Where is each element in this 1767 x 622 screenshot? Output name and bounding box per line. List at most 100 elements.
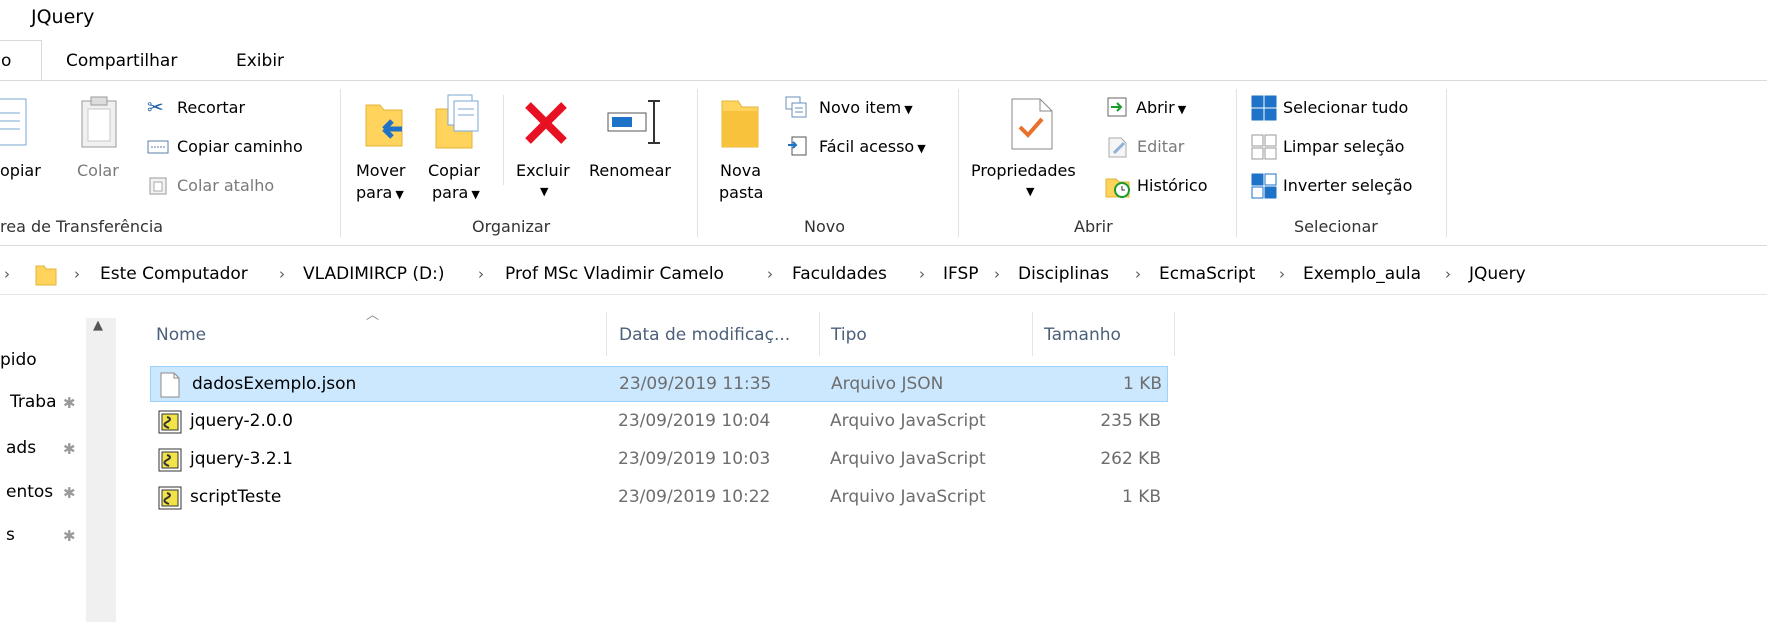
tab-share[interactable]: Compartilhar [66, 51, 177, 71]
open-button[interactable]: Abrir ▼ [1136, 98, 1186, 117]
column-header-date[interactable]: Data de modificaç... [619, 325, 790, 345]
copy-button[interactable]: opiar [0, 161, 41, 180]
paste-button[interactable]: Colar [77, 161, 119, 180]
json-file-icon [159, 372, 181, 403]
select-all-button[interactable]: Selecionar tudo [1283, 98, 1408, 117]
nav-item-work[interactable]: Traba [10, 392, 57, 412]
invert-selection-button[interactable]: Inverter seleção [1283, 176, 1412, 195]
javascript-file-icon [158, 409, 182, 440]
nav-item-downloads[interactable]: ads [6, 438, 36, 458]
column-header-type[interactable]: Tipo [831, 325, 867, 345]
pin-icon: ✱ [63, 484, 76, 502]
move-to-label[interactable]: Mover [356, 161, 405, 180]
copy-to-button[interactable]: para ▼ [432, 183, 480, 202]
copy-icon [0, 98, 27, 146]
ribbon: opiar Colar ✂ Recortar Copiar caminho Co… [0, 80, 1767, 246]
easy-access-button[interactable]: Fácil acesso ▼ [819, 137, 926, 156]
address-bar[interactable]: › › Este Computador › VLADIMIRCP (D:) › … [0, 256, 1767, 294]
breadcrumb-item[interactable]: JQuery [1469, 264, 1526, 284]
file-row[interactable]: jquery-3.2.1 23/09/2019 10:03 Arquivo Java… [150, 442, 1168, 478]
breadcrumb-item[interactable]: Faculdades [792, 264, 887, 284]
history-button[interactable]: Histórico [1137, 176, 1207, 195]
breadcrumb-separator-icon[interactable]: › [1445, 265, 1451, 283]
breadcrumb-separator-icon[interactable]: › [74, 265, 80, 283]
column-header-name[interactable]: Nome [156, 325, 206, 345]
breadcrumb-separator-icon[interactable]: › [919, 265, 925, 283]
chevron-down-icon: ▼ [917, 142, 926, 155]
chevron-down-icon: ▼ [904, 103, 913, 116]
chevron-right-icon[interactable]: › [4, 265, 10, 283]
breadcrumb-separator-icon[interactable]: › [994, 265, 1000, 283]
file-date: 23/09/2019 10:22 [618, 487, 771, 507]
nav-item-documents[interactable]: entos [6, 482, 53, 502]
breadcrumb-item[interactable]: Este Computador [100, 264, 248, 284]
ribbon-tab-bar: o Compartilhar Exibir [0, 38, 1767, 82]
select-none-icon [1251, 134, 1277, 160]
breadcrumb-separator-icon[interactable]: › [478, 265, 484, 283]
breadcrumb-separator-icon[interactable]: › [1135, 265, 1141, 283]
breadcrumb-item[interactable]: Prof MSc Vladimir Camelo [505, 264, 724, 284]
javascript-file-icon [158, 485, 182, 516]
new-folder-icon [721, 100, 759, 148]
tab-file[interactable]: o [0, 40, 42, 82]
properties-button[interactable]: Propriedades [971, 161, 1076, 180]
breadcrumb-item[interactable]: VLADIMIRCP (D:) [303, 264, 444, 284]
copy-to-sublabel: para [432, 183, 469, 202]
tab-view[interactable]: Exibir [236, 51, 284, 71]
chevron-down-icon: ▼ [395, 188, 404, 201]
rename-button[interactable]: Renomear [589, 161, 671, 180]
file-type: Arquivo JavaScript [830, 487, 986, 507]
nav-item-images[interactable]: s [6, 525, 15, 545]
nav-item-quick-access[interactable]: pido [0, 350, 37, 370]
file-date: 23/09/2019 11:35 [619, 374, 772, 394]
column-divider[interactable] [819, 312, 820, 356]
breadcrumb-item[interactable]: IFSP [943, 264, 979, 284]
tab-file-label: o [1, 51, 12, 71]
file-size: 1 KB [1121, 487, 1161, 507]
delete-icon [525, 102, 567, 144]
file-type: Arquivo JavaScript [830, 449, 986, 469]
copy-path-button[interactable]: Copiar caminho [177, 137, 303, 156]
column-divider[interactable] [1032, 312, 1033, 356]
file-name: dadosExemplo.json [192, 374, 357, 394]
chevron-down-icon[interactable]: ▼ [540, 185, 548, 198]
file-row[interactable]: jquery-2.0.0 23/09/2019 10:04 Arquivo Java… [150, 404, 1168, 440]
chevron-down-icon: ▼ [1177, 103, 1187, 116]
breadcrumb-separator-icon[interactable]: › [767, 265, 773, 283]
easy-access-icon [788, 136, 807, 156]
pin-icon: ✱ [63, 394, 76, 412]
new-item-button[interactable]: Novo item ▼ [819, 98, 913, 117]
file-row[interactable]: dadosExemplo.json 23/09/2019 11:35 Arquivo… [150, 366, 1168, 402]
scroll-up-icon[interactable]: ▲ [93, 318, 103, 333]
copy-to-label[interactable]: Copiar [428, 161, 480, 180]
column-divider[interactable] [1174, 312, 1175, 356]
column-header-size[interactable]: Tamanho [1044, 325, 1121, 345]
breadcrumb-separator-icon[interactable]: › [279, 265, 285, 283]
breadcrumb-item[interactable]: Exemplo_aula [1303, 264, 1421, 284]
pin-icon: ✱ [63, 440, 76, 458]
breadcrumb-item[interactable]: Disciplinas [1018, 264, 1109, 284]
breadcrumb-separator-icon[interactable]: › [1279, 265, 1285, 283]
move-to-button[interactable]: para ▼ [356, 183, 404, 202]
copy-path-icon [147, 140, 169, 154]
paste-shortcut-button[interactable]: Colar atalho [177, 176, 274, 195]
breadcrumb-item[interactable]: EcmaScript [1159, 264, 1255, 284]
new-folder-sublabel[interactable]: pasta [719, 183, 763, 202]
file-size: 262 KB [1100, 449, 1161, 469]
ribbon-separator [697, 89, 698, 237]
edit-button[interactable]: Editar [1137, 137, 1184, 156]
new-folder-label[interactable]: Nova [720, 161, 761, 180]
delete-button[interactable]: Excluir [516, 161, 570, 180]
file-row[interactable]: scriptTeste 23/09/2019 10:22 Arquivo JavaS… [150, 480, 1168, 516]
chevron-down-icon[interactable]: ▼ [1026, 185, 1034, 198]
cut-button[interactable]: Recortar [177, 98, 245, 117]
ribbon-separator [340, 89, 341, 237]
edit-icon [1108, 137, 1127, 158]
column-divider[interactable] [606, 312, 607, 356]
nav-scrollbar[interactable] [86, 318, 116, 622]
rename-icon [607, 100, 660, 144]
file-size: 235 KB [1100, 411, 1161, 431]
easy-access-label: Fácil acesso [819, 137, 915, 156]
scissors-icon: ✂ [147, 95, 164, 119]
select-none-button[interactable]: Limpar seleção [1283, 137, 1404, 156]
